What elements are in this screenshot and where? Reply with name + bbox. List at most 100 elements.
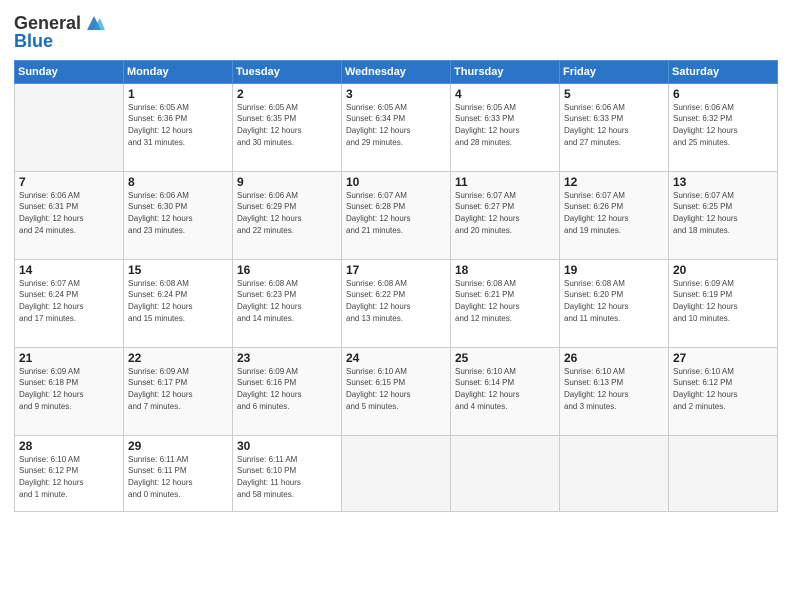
day-number: 12	[564, 175, 664, 189]
day-info: Sunrise: 6:10 AM Sunset: 6:15 PM Dayligh…	[346, 366, 446, 412]
calendar-cell: 12Sunrise: 6:07 AM Sunset: 6:26 PM Dayli…	[560, 171, 669, 259]
day-info: Sunrise: 6:05 AM Sunset: 6:36 PM Dayligh…	[128, 102, 228, 148]
day-info: Sunrise: 6:09 AM Sunset: 6:18 PM Dayligh…	[19, 366, 119, 412]
day-number: 1	[128, 87, 228, 101]
day-number: 16	[237, 263, 337, 277]
col-header-wednesday: Wednesday	[342, 60, 451, 83]
day-number: 25	[455, 351, 555, 365]
day-info: Sunrise: 6:08 AM Sunset: 6:23 PM Dayligh…	[237, 278, 337, 324]
page-container: General Blue SundayMondayTuesdayWednesda…	[0, 0, 792, 612]
calendar-table: SundayMondayTuesdayWednesdayThursdayFrid…	[14, 60, 778, 512]
calendar-cell: 8Sunrise: 6:06 AM Sunset: 6:30 PM Daylig…	[124, 171, 233, 259]
day-number: 23	[237, 351, 337, 365]
col-header-sunday: Sunday	[15, 60, 124, 83]
calendar-cell: 1Sunrise: 6:05 AM Sunset: 6:36 PM Daylig…	[124, 83, 233, 171]
calendar-cell: 9Sunrise: 6:06 AM Sunset: 6:29 PM Daylig…	[233, 171, 342, 259]
day-info: Sunrise: 6:08 AM Sunset: 6:24 PM Dayligh…	[128, 278, 228, 324]
col-header-thursday: Thursday	[451, 60, 560, 83]
calendar-cell: 22Sunrise: 6:09 AM Sunset: 6:17 PM Dayli…	[124, 347, 233, 435]
calendar-cell: 3Sunrise: 6:05 AM Sunset: 6:34 PM Daylig…	[342, 83, 451, 171]
calendar-cell: 20Sunrise: 6:09 AM Sunset: 6:19 PM Dayli…	[669, 259, 778, 347]
calendar-cell: 13Sunrise: 6:07 AM Sunset: 6:25 PM Dayli…	[669, 171, 778, 259]
day-info: Sunrise: 6:11 AM Sunset: 6:10 PM Dayligh…	[237, 454, 337, 500]
day-number: 28	[19, 439, 119, 453]
day-number: 4	[455, 87, 555, 101]
day-info: Sunrise: 6:10 AM Sunset: 6:12 PM Dayligh…	[673, 366, 773, 412]
day-number: 13	[673, 175, 773, 189]
calendar-cell: 18Sunrise: 6:08 AM Sunset: 6:21 PM Dayli…	[451, 259, 560, 347]
day-info: Sunrise: 6:08 AM Sunset: 6:21 PM Dayligh…	[455, 278, 555, 324]
day-number: 17	[346, 263, 446, 277]
week-row-5: 28Sunrise: 6:10 AM Sunset: 6:12 PM Dayli…	[15, 435, 778, 511]
day-number: 6	[673, 87, 773, 101]
day-number: 24	[346, 351, 446, 365]
day-info: Sunrise: 6:09 AM Sunset: 6:17 PM Dayligh…	[128, 366, 228, 412]
calendar-cell: 28Sunrise: 6:10 AM Sunset: 6:12 PM Dayli…	[15, 435, 124, 511]
day-info: Sunrise: 6:09 AM Sunset: 6:19 PM Dayligh…	[673, 278, 773, 324]
day-info: Sunrise: 6:07 AM Sunset: 6:27 PM Dayligh…	[455, 190, 555, 236]
day-number: 30	[237, 439, 337, 453]
day-info: Sunrise: 6:08 AM Sunset: 6:22 PM Dayligh…	[346, 278, 446, 324]
day-info: Sunrise: 6:06 AM Sunset: 6:29 PM Dayligh…	[237, 190, 337, 236]
calendar-cell: 25Sunrise: 6:10 AM Sunset: 6:14 PM Dayli…	[451, 347, 560, 435]
day-info: Sunrise: 6:05 AM Sunset: 6:33 PM Dayligh…	[455, 102, 555, 148]
calendar-cell	[669, 435, 778, 511]
logo-icon	[83, 12, 105, 34]
day-number: 3	[346, 87, 446, 101]
calendar-cell: 16Sunrise: 6:08 AM Sunset: 6:23 PM Dayli…	[233, 259, 342, 347]
calendar-cell: 2Sunrise: 6:05 AM Sunset: 6:35 PM Daylig…	[233, 83, 342, 171]
day-info: Sunrise: 6:06 AM Sunset: 6:30 PM Dayligh…	[128, 190, 228, 236]
col-header-monday: Monday	[124, 60, 233, 83]
day-info: Sunrise: 6:07 AM Sunset: 6:26 PM Dayligh…	[564, 190, 664, 236]
day-info: Sunrise: 6:11 AM Sunset: 6:11 PM Dayligh…	[128, 454, 228, 500]
day-info: Sunrise: 6:10 AM Sunset: 6:14 PM Dayligh…	[455, 366, 555, 412]
day-number: 10	[346, 175, 446, 189]
day-info: Sunrise: 6:10 AM Sunset: 6:13 PM Dayligh…	[564, 366, 664, 412]
week-row-1: 1Sunrise: 6:05 AM Sunset: 6:36 PM Daylig…	[15, 83, 778, 171]
calendar-cell: 10Sunrise: 6:07 AM Sunset: 6:28 PM Dayli…	[342, 171, 451, 259]
day-number: 2	[237, 87, 337, 101]
day-number: 14	[19, 263, 119, 277]
day-number: 8	[128, 175, 228, 189]
day-number: 22	[128, 351, 228, 365]
day-number: 19	[564, 263, 664, 277]
logo: General Blue	[14, 14, 105, 52]
calendar-cell: 26Sunrise: 6:10 AM Sunset: 6:13 PM Dayli…	[560, 347, 669, 435]
week-row-3: 14Sunrise: 6:07 AM Sunset: 6:24 PM Dayli…	[15, 259, 778, 347]
calendar-cell: 7Sunrise: 6:06 AM Sunset: 6:31 PM Daylig…	[15, 171, 124, 259]
day-info: Sunrise: 6:10 AM Sunset: 6:12 PM Dayligh…	[19, 454, 119, 500]
week-row-4: 21Sunrise: 6:09 AM Sunset: 6:18 PM Dayli…	[15, 347, 778, 435]
calendar-cell: 6Sunrise: 6:06 AM Sunset: 6:32 PM Daylig…	[669, 83, 778, 171]
day-info: Sunrise: 6:06 AM Sunset: 6:32 PM Dayligh…	[673, 102, 773, 148]
day-info: Sunrise: 6:07 AM Sunset: 6:28 PM Dayligh…	[346, 190, 446, 236]
day-info: Sunrise: 6:05 AM Sunset: 6:35 PM Dayligh…	[237, 102, 337, 148]
logo-text-line2: Blue	[14, 32, 53, 52]
calendar-cell	[15, 83, 124, 171]
calendar-cell: 5Sunrise: 6:06 AM Sunset: 6:33 PM Daylig…	[560, 83, 669, 171]
calendar-cell: 23Sunrise: 6:09 AM Sunset: 6:16 PM Dayli…	[233, 347, 342, 435]
col-header-saturday: Saturday	[669, 60, 778, 83]
day-number: 18	[455, 263, 555, 277]
day-info: Sunrise: 6:08 AM Sunset: 6:20 PM Dayligh…	[564, 278, 664, 324]
day-number: 15	[128, 263, 228, 277]
day-info: Sunrise: 6:07 AM Sunset: 6:24 PM Dayligh…	[19, 278, 119, 324]
calendar-cell: 17Sunrise: 6:08 AM Sunset: 6:22 PM Dayli…	[342, 259, 451, 347]
day-number: 29	[128, 439, 228, 453]
calendar-cell: 19Sunrise: 6:08 AM Sunset: 6:20 PM Dayli…	[560, 259, 669, 347]
day-info: Sunrise: 6:05 AM Sunset: 6:34 PM Dayligh…	[346, 102, 446, 148]
day-info: Sunrise: 6:06 AM Sunset: 6:31 PM Dayligh…	[19, 190, 119, 236]
calendar-cell: 15Sunrise: 6:08 AM Sunset: 6:24 PM Dayli…	[124, 259, 233, 347]
calendar-cell: 29Sunrise: 6:11 AM Sunset: 6:11 PM Dayli…	[124, 435, 233, 511]
day-number: 9	[237, 175, 337, 189]
header: General Blue	[14, 10, 778, 52]
week-row-2: 7Sunrise: 6:06 AM Sunset: 6:31 PM Daylig…	[15, 171, 778, 259]
day-number: 7	[19, 175, 119, 189]
calendar-cell: 11Sunrise: 6:07 AM Sunset: 6:27 PM Dayli…	[451, 171, 560, 259]
day-info: Sunrise: 6:06 AM Sunset: 6:33 PM Dayligh…	[564, 102, 664, 148]
calendar-cell	[342, 435, 451, 511]
calendar-cell	[560, 435, 669, 511]
calendar-cell: 14Sunrise: 6:07 AM Sunset: 6:24 PM Dayli…	[15, 259, 124, 347]
header-row: SundayMondayTuesdayWednesdayThursdayFrid…	[15, 60, 778, 83]
day-number: 20	[673, 263, 773, 277]
day-info: Sunrise: 6:09 AM Sunset: 6:16 PM Dayligh…	[237, 366, 337, 412]
